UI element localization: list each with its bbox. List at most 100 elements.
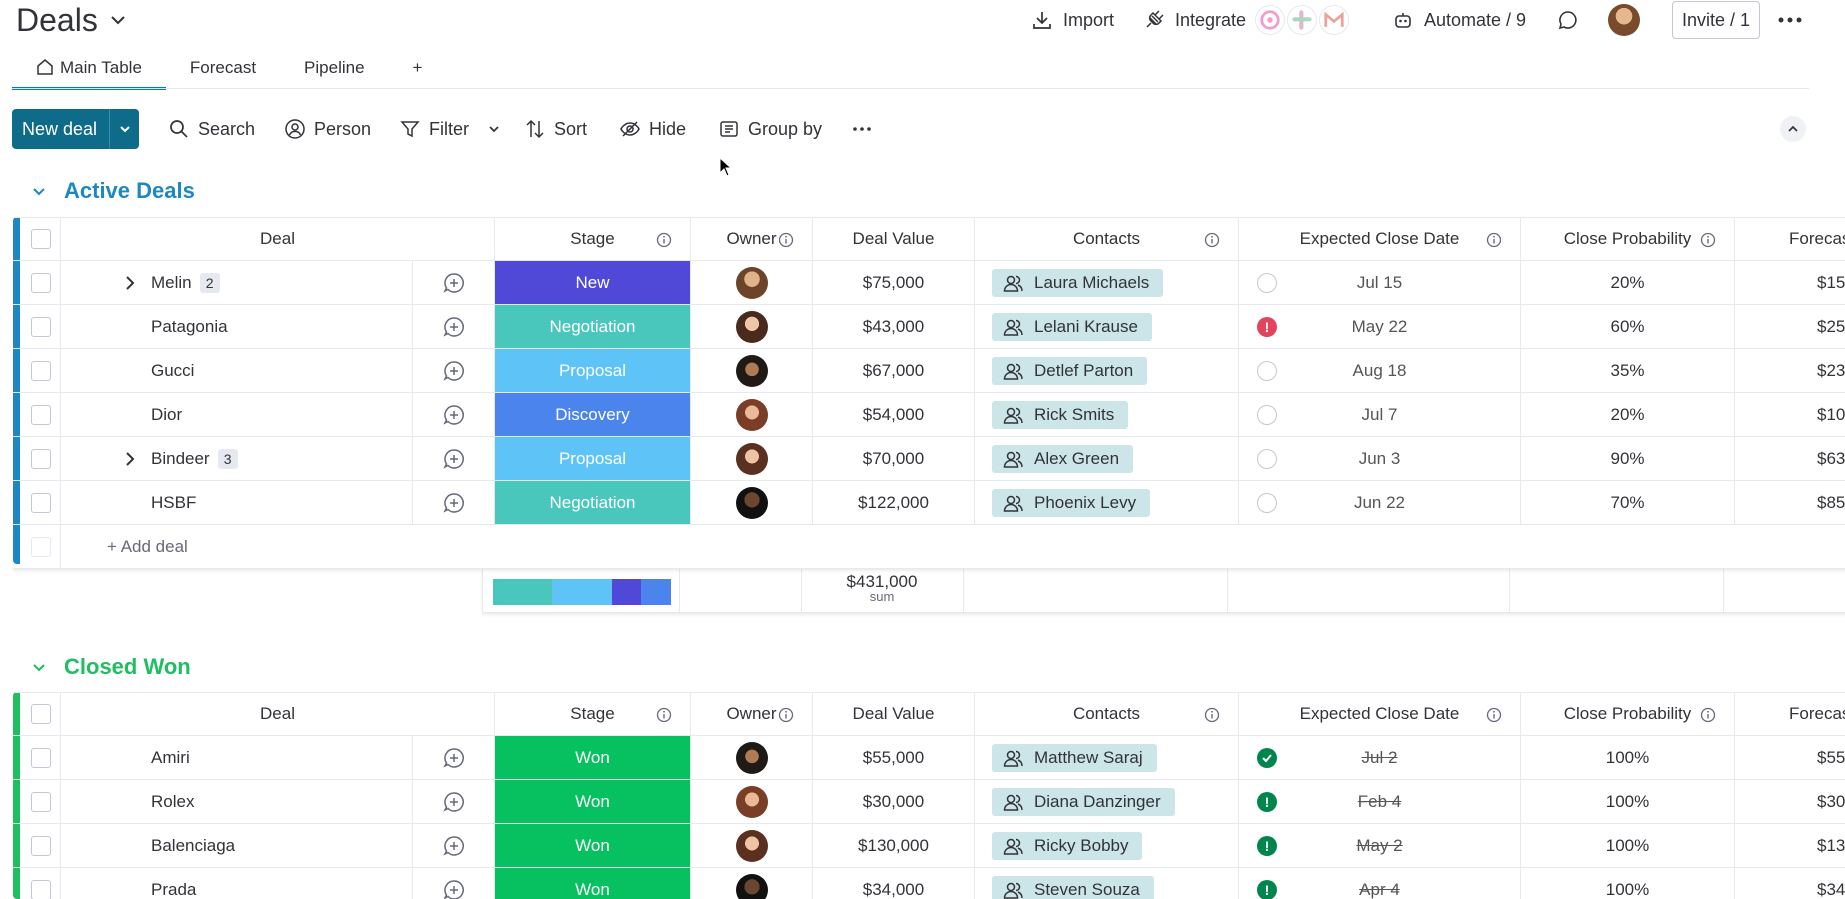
owner-cell[interactable] (691, 305, 813, 348)
close-probability-cell[interactable]: 60% (1521, 305, 1735, 348)
deal-name-cell[interactable]: Patagonia (61, 305, 413, 348)
stage-status-cell[interactable]: Negotiation (495, 305, 691, 348)
new-deal-button[interactable]: New deal (12, 109, 139, 149)
owner-avatar[interactable] (735, 310, 768, 343)
integrate-button[interactable]: Integrate (1143, 0, 1246, 40)
collapse-header-button[interactable] (1780, 116, 1806, 142)
deal-name-cell[interactable]: Amiri (61, 736, 413, 779)
stage-status-cell[interactable]: New (495, 261, 691, 304)
deal-name-cell[interactable]: HSBF (61, 481, 413, 524)
close-probability-cell[interactable]: 100% (1521, 824, 1735, 867)
deal-value-cell[interactable]: $34,000 (813, 868, 975, 899)
deal-value-cell[interactable]: $130,000 (813, 824, 975, 867)
owner-cell[interactable] (691, 780, 813, 823)
user-avatar[interactable] (1608, 4, 1640, 36)
column-header[interactable]: Stage (495, 218, 691, 260)
contacts-cell[interactable]: Laura Michaels (975, 261, 1239, 304)
stage-status-cell[interactable]: Won (495, 868, 691, 899)
owner-avatar[interactable] (735, 354, 768, 387)
table-row[interactable]: Bindeer 3 Proposal $70,000 Alex Green Jun 3 90… (13, 437, 1845, 481)
owner-cell[interactable] (691, 824, 813, 867)
group-header-active-deals[interactable]: Active Deals (30, 174, 195, 208)
owner-cell[interactable] (691, 393, 813, 436)
expand-subitems-icon[interactable] (121, 274, 139, 292)
contacts-cell[interactable]: Ricky Bobby (975, 824, 1239, 867)
contact-chip[interactable]: Diana Danzinger (992, 787, 1175, 816)
deal-name[interactable]: HSBF (151, 493, 196, 513)
row-checkbox-cell[interactable] (21, 437, 61, 480)
row-checkbox[interactable] (30, 492, 51, 513)
table-row[interactable]: Melin 2 New $75,000 Laura Michaels Jul 15 20% $… (13, 261, 1845, 305)
info-icon[interactable] (656, 232, 672, 248)
new-deal-label[interactable]: New deal (12, 109, 111, 149)
contacts-cell[interactable]: Rick Smits (975, 393, 1239, 436)
table-row[interactable]: Rolex Won $30,000 Diana Danzinger ! Feb 4 100%… (13, 780, 1845, 824)
contact-chip[interactable]: Matthew Saraj (992, 743, 1157, 772)
owner-avatar[interactable] (735, 785, 768, 818)
expected-close-date-cell[interactable]: ! Apr 4 (1239, 868, 1521, 899)
deal-name[interactable]: Amiri (151, 748, 190, 768)
add-update-cell[interactable] (413, 481, 495, 524)
close-probability-cell[interactable]: 20% (1521, 261, 1735, 304)
info-icon[interactable] (778, 232, 794, 248)
column-header[interactable]: Stage (495, 693, 691, 735)
toolbar-more-button[interactable] (851, 109, 873, 149)
stage-status-cell[interactable]: Won (495, 780, 691, 823)
contacts-cell[interactable]: Detlef Parton (975, 349, 1239, 392)
new-deal-dropdown[interactable] (110, 122, 139, 136)
contacts-cell[interactable]: Steven Souza (975, 868, 1239, 899)
expected-close-date-cell[interactable]: Aug 18 (1239, 349, 1521, 392)
expected-close-date-cell[interactable]: Jul 15 (1239, 261, 1521, 304)
column-header[interactable]: Deal (61, 218, 495, 260)
column-header[interactable]: Forecast (1735, 218, 1845, 260)
deal-value-cell[interactable]: $30,000 (813, 780, 975, 823)
group-title[interactable]: Active Deals (64, 178, 195, 204)
owner-cell[interactable] (691, 349, 813, 392)
stage-status-cell[interactable]: Proposal (495, 437, 691, 480)
hide-button[interactable]: Hide (619, 109, 686, 149)
row-checkbox-cell[interactable] (21, 481, 61, 524)
contacts-cell[interactable]: Diana Danzinger (975, 780, 1239, 823)
deal-value-cell[interactable]: $55,000 (813, 736, 975, 779)
contact-chip[interactable]: Rick Smits (992, 400, 1129, 429)
deal-value-cell[interactable]: $67,000 (813, 349, 975, 392)
row-checkbox-cell[interactable] (21, 780, 61, 823)
row-checkbox[interactable] (30, 879, 51, 899)
expected-close-date-cell[interactable]: Jun 3 (1239, 437, 1521, 480)
column-header[interactable]: Owner (691, 218, 813, 260)
owner-avatar[interactable] (735, 486, 768, 519)
invite-button[interactable]: Invite / 1 (1672, 1, 1760, 39)
row-checkbox-cell[interactable] (21, 349, 61, 392)
stage-status-cell[interactable]: Won (495, 736, 691, 779)
stage-distribution-bar[interactable] (493, 579, 671, 605)
contact-chip[interactable]: Steven Souza (992, 875, 1154, 899)
close-probability-cell[interactable]: 20% (1521, 393, 1735, 436)
deal-name[interactable]: Melin (151, 273, 192, 293)
expected-close-date-cell[interactable]: Jun 22 (1239, 481, 1521, 524)
contact-chip[interactable]: Detlef Parton (992, 356, 1148, 385)
row-checkbox[interactable] (30, 791, 51, 812)
contacts-cell[interactable]: Alex Green (975, 437, 1239, 480)
column-header[interactable]: Deal Value (813, 218, 975, 260)
column-header[interactable]: Close Probability (1521, 693, 1735, 735)
stage-status-cell[interactable]: Won (495, 824, 691, 867)
column-header[interactable]: Close Probability (1521, 218, 1735, 260)
expected-close-date-cell[interactable]: Jul 2 (1239, 736, 1521, 779)
table-row[interactable]: Patagonia Negotiation $43,000 Lelani Krause… (13, 305, 1845, 349)
deal-name-cell[interactable]: Gucci (61, 349, 413, 392)
contacts-cell[interactable]: Matthew Saraj (975, 736, 1239, 779)
deal-name[interactable]: Rolex (151, 792, 194, 812)
owner-cell[interactable] (691, 261, 813, 304)
row-checkbox[interactable] (30, 316, 51, 337)
filter-button[interactable]: Filter (399, 109, 501, 149)
deal-name-cell[interactable]: Bindeer 3 (61, 437, 413, 480)
add-update-cell[interactable] (413, 736, 495, 779)
deal-name-cell[interactable]: Prada (61, 868, 413, 899)
owner-cell[interactable] (691, 868, 813, 899)
column-header[interactable]: Deal (61, 693, 495, 735)
expected-close-date-cell[interactable]: ! Feb 4 (1239, 780, 1521, 823)
contacts-cell[interactable]: Phoenix Levy (975, 481, 1239, 524)
close-probability-cell[interactable]: 70% (1521, 481, 1735, 524)
table-row[interactable]: Prada Won $34,000 Steven Souza ! Apr 4 100% $34… (13, 868, 1845, 899)
add-view-button[interactable]: + (389, 50, 447, 90)
